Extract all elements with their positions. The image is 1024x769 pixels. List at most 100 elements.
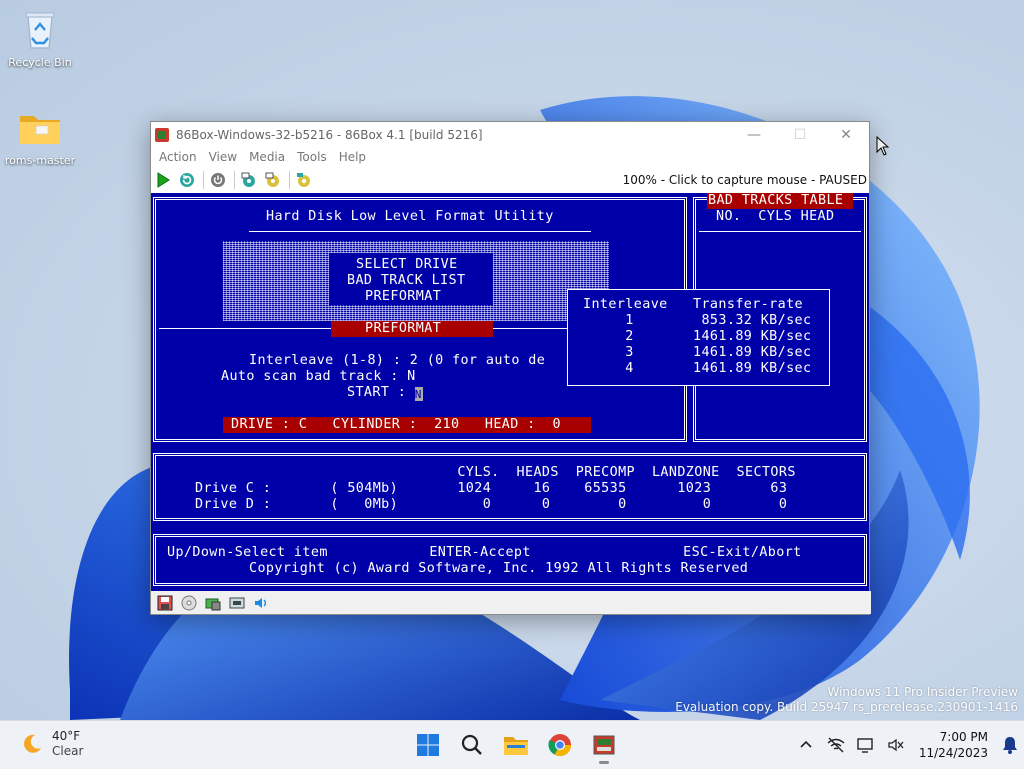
windows-logo-icon: [417, 734, 439, 756]
drive-table-row: Drive C : ( 504Mb) 1024 16 65535 1023 63: [195, 481, 788, 496]
interleave-setting[interactable]: Interleave (1-8) : 2 (0 for auto de: [249, 353, 545, 369]
weather-temperature: 40°F: [52, 729, 81, 743]
no-internet-icon: [827, 737, 845, 753]
hard-disk-icon[interactable]: [204, 595, 222, 611]
system-tray: 7:00 PM 11/24/2023: [791, 721, 1024, 769]
gear-icon: [297, 173, 310, 187]
utility-title: Hard Disk Low Level Format Utility: [266, 209, 554, 224]
drive-table-header: CYLS. HEADS PRECOMP LANDZONE SECTORS: [195, 465, 796, 480]
86box-taskbar-button[interactable]: [584, 727, 624, 764]
folder-icon: [18, 106, 62, 150]
cdrom-drive-icon[interactable]: [180, 595, 198, 611]
clock[interactable]: 7:00 PM 11/24/2023: [919, 729, 988, 761]
chevron-up-icon: [800, 740, 812, 748]
watermark-line: Windows 11 Pro Insider Preview: [827, 685, 1018, 699]
emulated-dos-screen[interactable]: BAD TRACKS TABLE NO. CYLS HEAD Hard Disk…: [151, 193, 869, 593]
text-cursor: N: [414, 387, 423, 401]
taskbar-apps: [408, 727, 628, 764]
popup-header: Interleave Transfer-rate: [583, 297, 804, 312]
help-keys: Up/Down-Select item ENTER-Accept ESC-Exi…: [167, 545, 802, 560]
weather-condition: Clear: [52, 744, 84, 758]
drive-status-text: DRIVE : C CYLINDER : 210 HEAD : 0: [231, 417, 562, 432]
settings-gear-icon: [265, 172, 279, 187]
bell-icon: [1003, 737, 1017, 754]
emulator-status-bar: [151, 591, 871, 614]
play-button[interactable]: [153, 170, 173, 190]
title-bar[interactable]: 86Box-Windows-32-b5216 - 86Box 4.1 [buil…: [151, 122, 869, 147]
desktop-icon-label: Recycle Bin: [8, 56, 72, 69]
show-hidden-icons-button[interactable]: [791, 738, 821, 752]
start-label: START :: [347, 385, 407, 400]
bad-tracks-divider: [699, 231, 861, 232]
reset-button[interactable]: [177, 170, 197, 190]
weather-widget[interactable]: 40°F Clear: [20, 729, 83, 759]
reset-icon: [180, 173, 194, 187]
toolbar-separator: [289, 171, 290, 189]
toolbar-separator: [203, 171, 204, 189]
emulator-window: 86Box-Windows-32-b5216 - 86Box 4.1 [buil…: [150, 121, 871, 615]
menu-action[interactable]: Action: [153, 150, 203, 164]
desktop-icon-roms-master[interactable]: roms-master: [0, 106, 80, 167]
watermark-line: Evaluation copy. Build 25947.rs_prerelea…: [675, 700, 1018, 714]
popup-row: 4 1461.89 KB/sec: [583, 361, 812, 376]
search-icon: [461, 734, 482, 755]
ctrl-alt-esc-button[interactable]: [263, 170, 283, 190]
ctrl-alt-del-button[interactable]: [239, 170, 259, 190]
auto-scan-setting[interactable]: Auto scan bad track : N: [221, 369, 416, 385]
close-button[interactable]: ✕: [823, 122, 869, 147]
window-title: 86Box-Windows-32-b5216 - 86Box 4.1 [buil…: [176, 127, 483, 142]
popup-row: 1 853.32 KB/sec: [583, 313, 812, 328]
power-button[interactable]: [208, 170, 228, 190]
folder-icon: [504, 737, 528, 755]
copyright-text: Copyright (c) Award Software, Inc. 1992 …: [249, 561, 749, 576]
menu-tools[interactable]: Tools: [291, 150, 333, 164]
chrome-icon: [548, 734, 571, 756]
clock-date: 11/24/2023: [918, 746, 988, 760]
start-button[interactable]: [408, 727, 448, 763]
notifications-button[interactable]: [996, 736, 1024, 754]
moon-icon: [24, 734, 41, 753]
desktop-icon-label: roms-master: [4, 154, 76, 167]
drive-table-row: Drive D : ( 0Mb) 0 0 0 0 0: [195, 497, 788, 512]
search-button[interactable]: [452, 727, 492, 763]
chrome-button[interactable]: [540, 727, 580, 763]
recycle-bin-icon: [18, 8, 62, 52]
menu-media[interactable]: Media: [243, 150, 291, 164]
menu-item-select-drive[interactable]: SELECT DRIVE: [356, 257, 458, 273]
speaker-muted-icon: [888, 738, 904, 752]
evaluation-watermark: Windows 11 Pro Insider Preview Evaluatio…: [675, 685, 1018, 715]
start-setting[interactable]: START : N: [347, 385, 423, 401]
active-app-indicator: [599, 761, 609, 764]
taskbar: 40°F Clear 7:00 PM 11/24/2023: [0, 720, 1024, 769]
desktop-icon-recycle-bin[interactable]: Recycle Bin: [0, 8, 80, 69]
sound-icon[interactable]: [252, 595, 270, 611]
menu-help[interactable]: Help: [333, 150, 372, 164]
minimize-button[interactable]: —: [731, 122, 777, 147]
menu-item-bad-track-list[interactable]: BAD TRACK LIST: [347, 273, 465, 289]
power-icon: [211, 173, 225, 187]
selected-option-label: PREFORMAT: [365, 321, 442, 336]
mouse-pointer-icon: [876, 136, 890, 156]
monitor-icon: [857, 738, 873, 753]
network-icon[interactable]: [228, 595, 246, 611]
bad-tracks-title: BAD TRACKS TABLE: [708, 193, 844, 208]
86box-app-icon: [593, 735, 615, 755]
toolbar: 100% - Click to capture mouse - PAUSED: [151, 167, 869, 194]
emulation-status-text: 100% - Click to capture mouse - PAUSED: [622, 173, 867, 187]
volume-button[interactable]: [881, 737, 911, 753]
keyboard-settings-icon: [241, 172, 255, 187]
settings-button[interactable]: [294, 170, 314, 190]
popup-row: 2 1461.89 KB/sec: [583, 329, 812, 344]
network-status-button[interactable]: [821, 737, 851, 753]
menu-view[interactable]: View: [203, 150, 243, 164]
file-explorer-button[interactable]: [496, 727, 536, 763]
clock-time: 7:00 PM: [939, 730, 988, 744]
menu-item-preformat[interactable]: PREFORMAT: [365, 289, 441, 305]
display-button[interactable]: [851, 737, 881, 753]
title-underline: [249, 231, 591, 232]
floppy-drive-icon[interactable]: [156, 595, 174, 611]
86box-app-icon: [155, 127, 169, 142]
bad-tracks-headers: NO. CYLS HEAD: [716, 209, 835, 224]
maximize-button[interactable]: ☐: [777, 122, 823, 147]
popup-row: 3 1461.89 KB/sec: [583, 345, 812, 360]
